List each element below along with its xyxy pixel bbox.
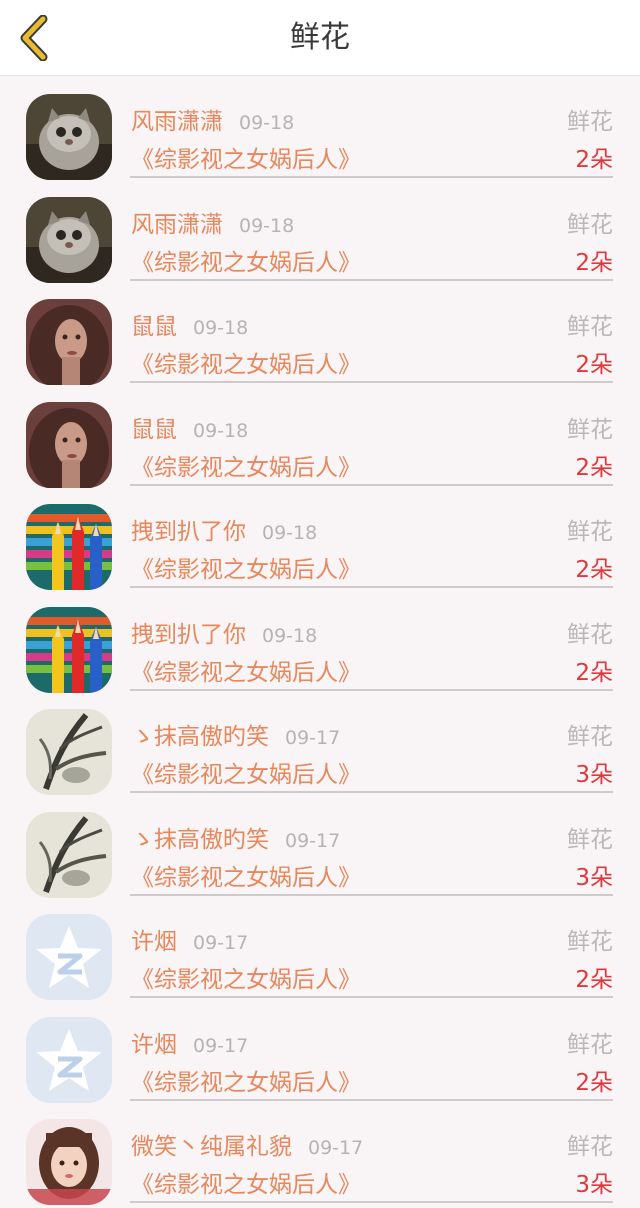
- gift-type: 鲜花: [567, 1134, 613, 1160]
- gift-type: 鲜花: [567, 416, 613, 443]
- user-name[interactable]: 微笑丶纯属礼貌: [131, 1134, 292, 1160]
- book-title[interactable]: 《综影视之女娲后人》: [131, 960, 361, 994]
- user-name[interactable]: 风雨潇潇: [131, 212, 223, 238]
- list-item[interactable]: 鼠鼠 09-18 《综影视之女娲后人》 鲜花 2朵: [0, 384, 640, 488]
- date: 09-17: [193, 1034, 249, 1057]
- list-item[interactable]: 拽到扒了你 09-18 《综影视之女娲后人》 鲜花 2朵: [0, 486, 640, 590]
- list-item[interactable]: 拽到扒了你 09-18 《综影视之女娲后人》 鲜花 2朵: [0, 589, 640, 693]
- gift-count: 2朵: [575, 249, 613, 276]
- date: 09-17: [285, 727, 341, 749]
- book-title[interactable]: 《综影视之女娲后人》: [131, 243, 361, 277]
- book-title[interactable]: 《综影视之女娲后人》: [131, 755, 361, 789]
- gift-type: 鲜花: [567, 109, 613, 135]
- woman-portrait-avatar[interactable]: [26, 299, 112, 385]
- date: 09-18: [262, 624, 318, 647]
- list-item[interactable]: ゝ抹高傲旳笑 09-17 《综影视之女娲后人》 鲜花 3朵: [0, 691, 640, 795]
- book-title[interactable]: 《综影视之女娲后人》: [131, 448, 361, 482]
- list-item[interactable]: 微笑丶纯属礼貌 09-17 《综影视之女娲后人》 鲜花 3朵: [0, 1101, 640, 1205]
- girl-photo-avatar[interactable]: [26, 1119, 112, 1205]
- colored-pencils-avatar[interactable]: [26, 606, 112, 693]
- top-bar: 鲜花: [0, 0, 640, 76]
- gift-count: 3朵: [575, 864, 613, 891]
- user-name[interactable]: 风雨潇潇: [131, 109, 223, 135]
- date: 09-18: [262, 522, 318, 544]
- user-name[interactable]: 拽到扒了你: [131, 622, 246, 648]
- gift-count: 2朵: [575, 454, 613, 481]
- ink-painting-avatar[interactable]: [26, 811, 112, 898]
- gift-count: 2朵: [575, 967, 613, 993]
- date: 09-18: [239, 214, 295, 237]
- book-title[interactable]: 《综影视之女娲后人》: [131, 550, 361, 584]
- gift-count: 2朵: [575, 659, 613, 686]
- date: 09-17: [193, 932, 249, 954]
- gift-count: 2朵: [575, 352, 613, 378]
- user-name[interactable]: 许烟: [131, 1032, 177, 1058]
- page-title: 鲜花: [290, 20, 350, 55]
- list-item[interactable]: 许烟 09-17 《综影视之女娲后人》 鲜花 2朵: [0, 999, 640, 1103]
- gift-type: 鲜花: [567, 724, 613, 750]
- user-name[interactable]: 拽到扒了你: [131, 519, 246, 545]
- user-name[interactable]: 许烟: [131, 929, 177, 955]
- gift-type: 鲜花: [567, 621, 613, 648]
- user-name[interactable]: ゝ抹高傲旳笑: [131, 724, 269, 750]
- default-star-avatar[interactable]: [26, 914, 112, 1000]
- list-item[interactable]: 许烟 09-17 《综影视之女娲后人》 鲜花 2朵: [0, 896, 640, 1000]
- book-title[interactable]: 《综影视之女娲后人》: [131, 345, 361, 379]
- ink-painting-avatar[interactable]: [26, 709, 112, 795]
- book-title[interactable]: 《综影视之女娲后人》: [131, 858, 361, 892]
- list-item[interactable]: 鼠鼠 09-18 《综影视之女娲后人》 鲜花 2朵: [0, 281, 640, 385]
- gift-count: 3朵: [575, 762, 613, 788]
- user-name[interactable]: 鼠鼠: [131, 314, 177, 340]
- user-name[interactable]: 鼠鼠: [131, 417, 177, 443]
- user-name[interactable]: ゝ抹高傲旳笑: [131, 827, 269, 853]
- date: 09-18: [193, 419, 249, 442]
- list-item[interactable]: ゝ抹高傲旳笑 09-17 《综影视之女娲后人》 鲜花 3朵: [0, 794, 640, 898]
- gift-type: 鲜花: [567, 314, 613, 340]
- cat-avatar[interactable]: [26, 196, 112, 283]
- book-title[interactable]: 《综影视之女娲后人》: [131, 653, 361, 687]
- colored-pencils-avatar[interactable]: [26, 504, 112, 590]
- gift-type: 鲜花: [567, 929, 613, 955]
- list-item[interactable]: 风雨潇潇 09-18 《综影视之女娲后人》 鲜花 2朵: [0, 76, 640, 180]
- gift-count: 2朵: [575, 1069, 613, 1096]
- gift-type: 鲜花: [567, 211, 613, 238]
- date: 09-17: [285, 829, 341, 852]
- cat-avatar[interactable]: [26, 94, 112, 180]
- book-title[interactable]: 《综影视之女娲后人》: [131, 140, 361, 174]
- gift-count: 2朵: [575, 147, 613, 173]
- gift-type: 鲜花: [567, 1031, 613, 1058]
- gift-count: 2朵: [575, 557, 613, 583]
- gift-type: 鲜花: [567, 519, 613, 545]
- default-star-avatar[interactable]: [26, 1016, 112, 1103]
- gift-type: 鲜花: [567, 826, 613, 853]
- gift-count: 3朵: [575, 1172, 613, 1198]
- flower-record-list: 风雨潇潇 09-18 《综影视之女娲后人》 鲜花 2朵 风雨潇潇 09-18 《综影…: [0, 76, 640, 1205]
- date: 09-18: [193, 317, 249, 339]
- book-title[interactable]: 《综影视之女娲后人》: [131, 1063, 361, 1097]
- list-item[interactable]: 风雨潇潇 09-18 《综影视之女娲后人》 鲜花 2朵: [0, 179, 640, 283]
- date: 09-18: [239, 112, 295, 134]
- woman-portrait-avatar[interactable]: [26, 401, 112, 488]
- book-title[interactable]: 《综影视之女娲后人》: [131, 1165, 361, 1199]
- divider: [130, 1201, 613, 1203]
- date: 09-17: [308, 1137, 364, 1159]
